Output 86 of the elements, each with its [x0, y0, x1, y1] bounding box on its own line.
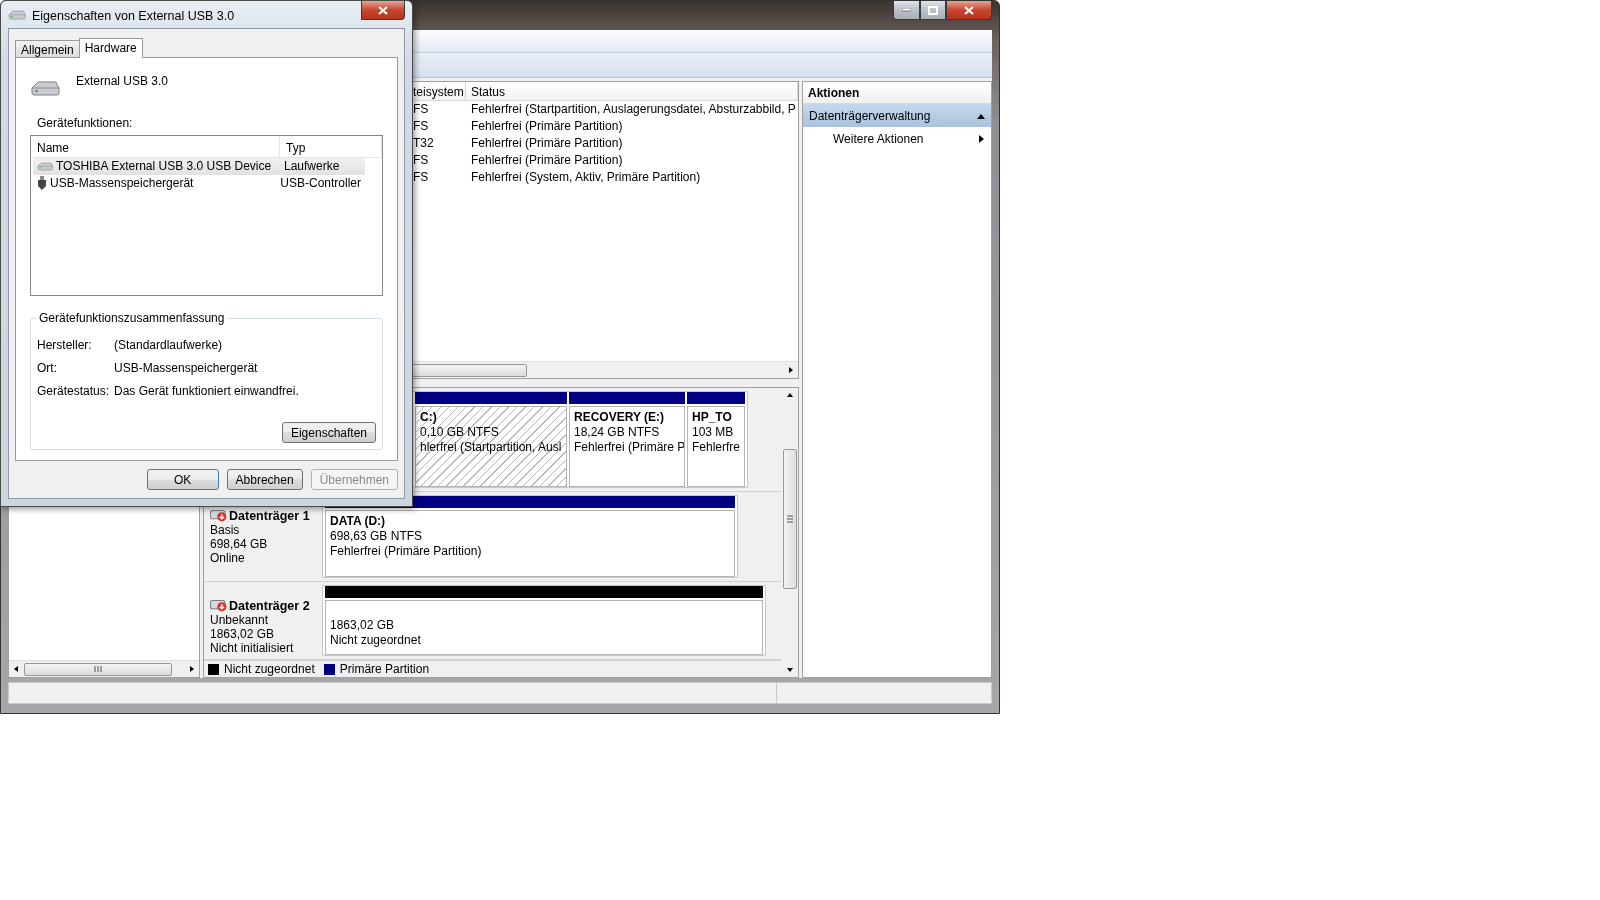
partition[interactable]: HP_TO 103 MB Fehlerfre: [687, 406, 745, 487]
partition-info: RECOVERY (E:): [574, 410, 665, 425]
partition-info: Fehlerfre: [692, 440, 740, 455]
partition-info: HP_TO: [692, 410, 733, 425]
device-function-name: TOSHIBA External USB 3.0 USB Device: [56, 159, 272, 174]
restore-icon: [928, 5, 938, 15]
group-title: Gerätefunktionszusammenfassung: [36, 311, 228, 326]
disk-info: Nicht initialisiert: [210, 641, 295, 655]
section-label: Gerätefunktionen:: [37, 115, 134, 130]
disk-info: Online: [210, 551, 246, 565]
submenu-arrow-icon: [977, 134, 985, 143]
field-label: Hersteller:: [37, 337, 93, 352]
device-name: External USB 3.0: [76, 74, 169, 90]
drive-icon: [37, 161, 53, 172]
scroll-up-icon: [785, 391, 794, 399]
partition-info: C:): [420, 410, 438, 425]
scroll-right-icon: [787, 366, 795, 374]
close-button[interactable]: [946, 1, 992, 20]
close-icon: [964, 5, 974, 15]
field-value: Das Gerät funktioniert einwandfrei.: [114, 383, 299, 398]
minimize-button[interactable]: [893, 1, 920, 20]
field-value: USB-Massenspeichergerät: [114, 360, 258, 375]
table-cell-text: Fehlerfrei (Startpartition, Auslagerungsdatei, Absturzabbild, P: [470, 101, 797, 118]
partition-info: Fehlerfrei (Primäre Partition): [330, 544, 483, 559]
disk-label[interactable]: Datenträger 1 Basis 698,64 GB Online: [204, 495, 322, 578]
field-label: Ort:: [37, 360, 58, 375]
disk-label[interactable]: Datenträger 2 Unbekannt 1863,02 GB Nicht initialisiert: [204, 585, 322, 656]
device-function-type: Laufwerke: [283, 158, 341, 175]
properties-button[interactable]: Eigenschaften: [281, 422, 376, 443]
partition[interactable]: DATA (D:) 698,63 GB NTFS Fehlerfrei (Primäre Partition): [325, 510, 735, 577]
column-header[interactable]: Typ: [280, 135, 382, 157]
table-cell-text: Fehlerfrei (System, Aktiv, Primäre Partition): [470, 169, 702, 186]
minimize-icon: [902, 8, 911, 12]
usb-plug-icon: [37, 176, 47, 191]
vertical-scrollbar[interactable]: [781, 388, 798, 677]
table-cell-text: FS: [412, 169, 430, 186]
device-function-name: USB-Massenspeichergerät: [50, 176, 194, 191]
table-cell-text: FS: [412, 118, 430, 135]
partition-info: 103 MB: [692, 425, 735, 440]
partition-info: DATA (D:): [330, 514, 387, 529]
table-cell-text: FS: [412, 101, 430, 118]
disk-info: Basis: [210, 523, 241, 537]
legend-label: Nicht zugeordnet: [224, 662, 315, 676]
disk-info: Unbekannt: [210, 613, 270, 627]
column-header[interactable]: Name: [31, 135, 280, 157]
table-cell-text: Fehlerfrei (Primäre Partition): [470, 135, 624, 152]
partition[interactable]: RECOVERY (E:) 18,24 GB NTFS Fehlerfrei (Primäre P: [569, 406, 685, 487]
partition[interactable]: C:) 0,10 GB NTFS hlerfrei (Startpartition, Ausl: [415, 406, 567, 487]
table-cell-text: T32: [412, 135, 435, 152]
partition[interactable]: 1863,02 GB Nicht zugeordnet: [325, 600, 763, 655]
dialog-button[interactable]: Abbrechen: [226, 469, 303, 490]
field-label: Gerätestatus:: [37, 383, 111, 398]
partition-info: 1863,02 GB: [330, 618, 396, 633]
partition-info: 698,63 GB NTFS: [330, 529, 424, 544]
tab[interactable]: Hardware: [78, 38, 143, 58]
action-item[interactable]: Datenträgerverwaltung: [803, 104, 991, 127]
maximize-button[interactable]: [920, 1, 946, 20]
device-function-type: USB-Controller: [279, 175, 362, 192]
grip-icon: [786, 515, 793, 523]
disk-name: Datenträger 1: [210, 509, 316, 523]
table-cell-text: Fehlerfrei (Primäre Partition): [470, 152, 624, 169]
close-icon: [378, 5, 388, 15]
drive-icon: [30, 80, 60, 98]
partition-info: 18,24 GB NTFS: [574, 425, 661, 440]
column-header[interactable]: Status: [466, 82, 798, 100]
close-button[interactable]: [361, 1, 405, 20]
tab[interactable]: Allgemein: [15, 40, 80, 57]
scroll-down-icon: [785, 666, 794, 674]
drive-icon: [8, 10, 26, 21]
dialog-button[interactable]: OK: [146, 469, 219, 490]
grip-icon: [94, 666, 102, 672]
legend-label: Primäre Partition: [339, 662, 430, 676]
list-row[interactable]: USB-Massenspeichergerät USB-Controller: [33, 174, 365, 192]
partition-info: 0,10 GB NTFS: [420, 425, 500, 440]
scroll-right-icon: [188, 665, 196, 673]
partition-info: Nicht zugeordnet: [330, 633, 422, 648]
scroll-left-icon: [12, 665, 20, 673]
partition-info: hlerfrei (Startpartition, Ausl: [420, 440, 562, 455]
field-value: (Standardlaufwerke): [114, 337, 223, 352]
table-cell-text: FS: [412, 152, 430, 169]
disk-info: 698,64 GB: [210, 537, 269, 551]
disk-name: Datenträger 2: [210, 599, 316, 613]
disk-info: 1863,02 GB: [210, 627, 276, 641]
table-cell-text: Fehlerfrei (Primäre Partition): [470, 118, 624, 135]
horizontal-scrollbar[interactable]: [9, 660, 199, 677]
dialog-title: Eigenschaften von External USB 3.0: [32, 9, 236, 23]
